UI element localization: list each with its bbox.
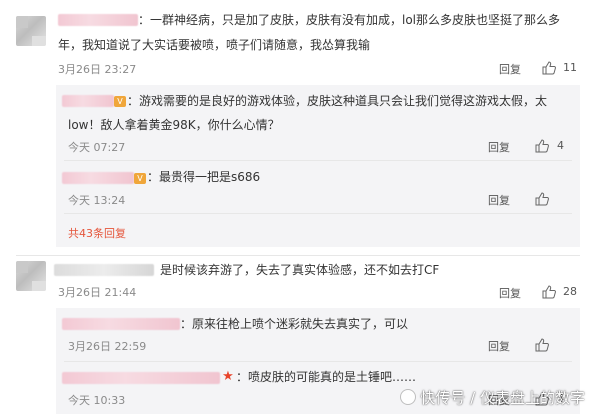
reply-time: 今天 10:33 [68,394,126,407]
reply-button[interactable]: 回复 [499,61,521,77]
comment-text: ：一群神经病，只是加了皮肤，皮肤有没有加成，lol那么多皮肤也坚挺了那么多 [138,13,561,27]
divider [64,361,572,362]
reply-time: 今天 13:24 [68,194,126,207]
reply-text: ：喷皮肤的可能真的是土锤吧…… [236,370,417,384]
divider [64,160,572,161]
comment-divider [16,255,580,256]
reply-button[interactable]: 回复 [499,285,521,301]
reply-button[interactable]: 回复 [488,192,510,208]
username[interactable] [62,318,180,330]
thumbs-up-icon[interactable] [542,285,556,299]
avatar[interactable] [16,16,46,46]
username[interactable] [58,14,138,26]
avatar[interactable] [16,261,46,291]
like-count: 11 [563,61,577,74]
username[interactable] [62,95,114,107]
watermark: 快传号 / 仪表盘上的数字 [400,387,585,408]
vip-badge-icon: V [114,96,126,107]
reply-button[interactable]: 回复 [488,139,510,155]
username[interactable] [62,172,134,184]
username[interactable] [62,372,220,384]
more-replies-link[interactable]: 共43条回复 [68,225,126,241]
comment-text: 年，我知道说了大实话要被喷，喷子们请随意，我怂算我输 [58,38,371,52]
reply-text: ：原来往枪上喷个迷彩就失去真实了，可以 [180,317,409,331]
like-count: 28 [563,285,577,298]
divider [64,213,572,214]
reply-button[interactable]: 回复 [488,338,510,354]
reply-time: 今天 07:27 [68,141,126,154]
thumbs-up-icon[interactable] [542,61,556,75]
thumbs-up-icon[interactable] [535,338,549,352]
vip-badge-icon: V [134,173,146,184]
reply-time: 3月26日 22:59 [68,340,147,353]
thumbs-up-icon[interactable] [535,192,549,206]
like-count: 4 [557,139,564,152]
thumbs-up-icon[interactable] [535,139,549,153]
watermark-text: 快传号 / 仪表盘上的数字 [420,389,585,407]
reply-text: ：最贵得一把是s686 [147,170,261,184]
reply-text: low！敌人拿着黄金98K，你什么心情？ [68,118,280,132]
reply-text: ：游戏需要的是良好的游戏体验，皮肤这种道具只会让我们觉得这游戏太假，太 [127,94,548,108]
comment-time: 3月26日 23:27 [58,63,137,76]
comment-text: 是时候该弃游了，失去了真实体验感，还不如去打CF [160,263,440,277]
watermark-logo-icon [400,389,417,405]
comment-time: 3月26日 21:44 [58,286,137,299]
star-badge-icon: ★ [222,369,234,384]
username[interactable] [54,264,154,276]
